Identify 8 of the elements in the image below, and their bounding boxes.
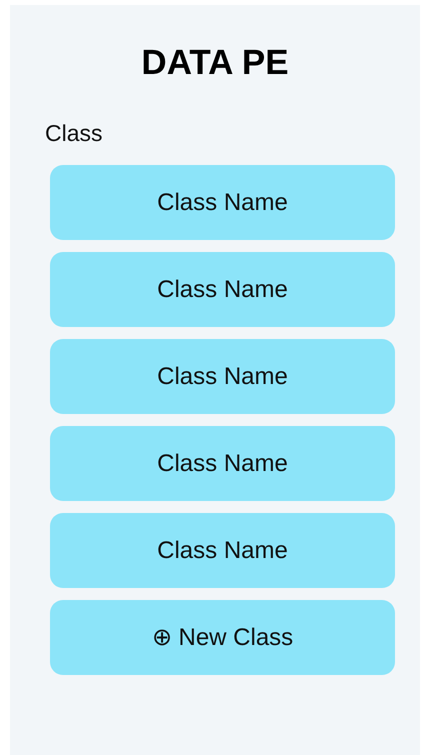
app-title: DATA PE xyxy=(140,43,290,83)
class-button[interactable]: Class Name xyxy=(50,426,395,501)
class-button[interactable]: Class Name xyxy=(50,165,395,240)
class-button[interactable]: Class Name xyxy=(50,252,395,327)
section-label: Class xyxy=(45,119,104,147)
new-class-button[interactable]: ⊕ New Class xyxy=(50,600,395,675)
class-button[interactable]: Class Name xyxy=(50,513,395,588)
class-button[interactable]: Class Name xyxy=(50,339,395,414)
